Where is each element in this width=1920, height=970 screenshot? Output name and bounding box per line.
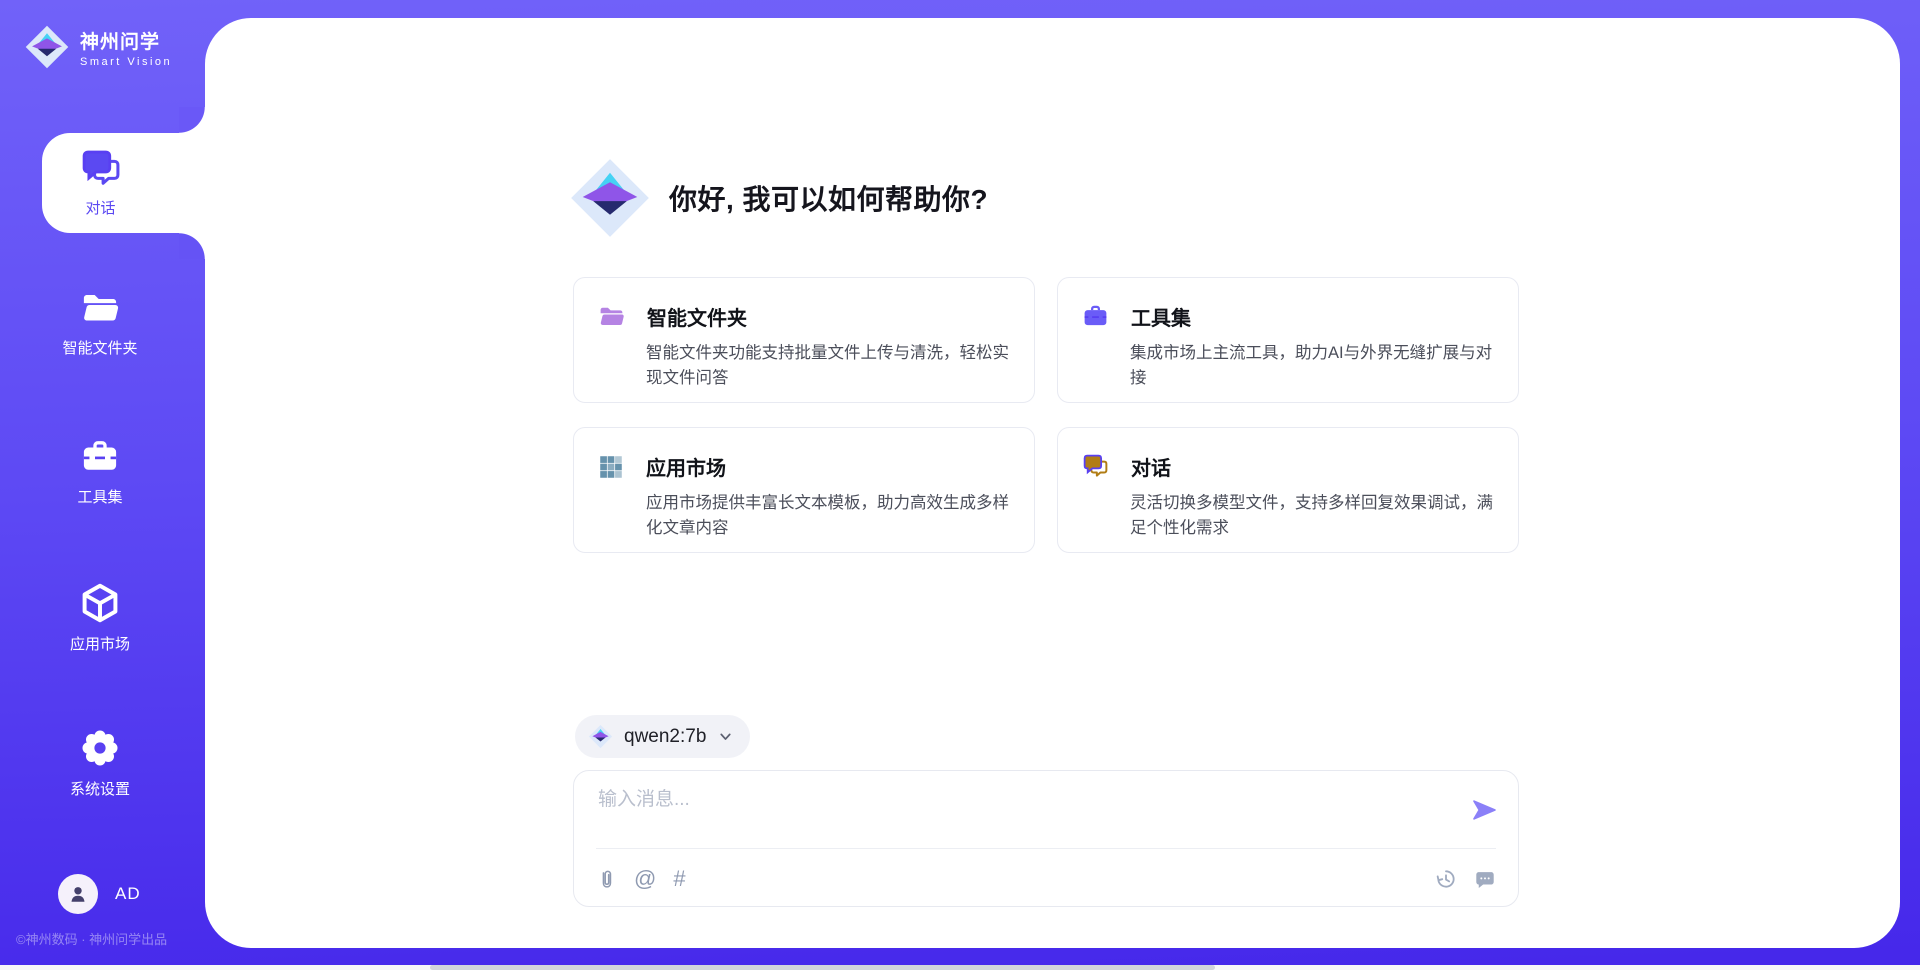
sidebar-item-chat[interactable]: 对话 [42,133,205,233]
active-tab-fillet-top [179,107,205,133]
grid-icon [598,454,624,480]
gear-icon [79,727,121,769]
sidebar-item-app-market[interactable]: 应用市场 [0,582,200,654]
sidebar-item-smart-folder[interactable]: 智能文件夹 [0,288,200,358]
card-app-market[interactable]: 应用市场 应用市场提供丰富长文本模板，助力高效生成多样化文章内容 [573,427,1035,553]
active-tab-inner: 对话 [42,133,159,233]
model-selector[interactable]: qwen2:7b [575,715,750,758]
send-button[interactable] [1470,796,1498,824]
chat-icon [1082,453,1109,480]
card-description: 应用市场提供丰富长文本模板，助力高效生成多样化文章内容 [646,491,1010,541]
card-title: 智能文件夹 [647,302,747,331]
horizontal-scrollbar-thumb[interactable] [430,965,1215,970]
model-diamond-icon [588,724,613,749]
hashtag-icon[interactable]: # [673,868,685,890]
chat-bubble-icon[interactable] [1474,868,1496,890]
card-toolset[interactable]: 工具集 集成市场上主流工具，助力AI与外界无缝扩展与对接 [1057,277,1519,403]
composer-tools-left: @ # [596,868,686,890]
message-composer: @ # [573,770,1519,907]
sidebar-item-label: 工具集 [77,486,122,507]
composer-tools-right [1435,868,1496,890]
card-chat[interactable]: 对话 灵活切换多模型文件，支持多样回复效果调试，满足个性化需求 [1057,427,1519,553]
card-description: 集成市场上主流工具，助力AI与外界无缝扩展与对接 [1130,341,1494,391]
brand-diamond-icon [568,156,652,240]
feature-cards: 智能文件夹 智能文件夹功能支持批量文件上传与清洗，轻松实现文件问答 工具集 集成… [573,277,1519,553]
sidebar: 神州问学 Smart Vision 对话 智能文件夹 工具集 应用市场 系统设置 [0,0,205,970]
mention-icon[interactable]: @ [634,868,656,890]
user-initials: AD [115,884,141,904]
user-account[interactable]: AD [58,874,141,914]
sidebar-item-toolset[interactable]: 工具集 [0,437,200,507]
card-title: 应用市场 [646,452,726,481]
composer-toolbar: @ # [596,861,1496,897]
attachment-icon[interactable] [596,868,617,890]
message-input[interactable] [598,789,1458,811]
folder-icon [80,288,120,328]
card-head: 智能文件夹 [598,302,1010,331]
copyright-footer: ©神州数码 · 神州问学出品 [16,929,167,948]
cube-icon [79,582,121,624]
sidebar-item-settings[interactable]: 系统设置 [0,727,200,799]
main-content-panel: 你好, 我可以如何帮助你? 智能文件夹 智能文件夹功能支持批量文件上传与清洗，轻… [205,18,1900,948]
card-head: 应用市场 [598,452,1010,481]
card-description: 灵活切换多模型文件，支持多样回复效果调试，满足个性化需求 [1130,491,1494,541]
history-icon[interactable] [1435,868,1457,890]
card-head: 对话 [1082,452,1494,481]
user-avatar-icon [66,882,90,906]
card-title: 工具集 [1131,302,1191,331]
send-icon [1470,796,1498,824]
brand-diamond-icon [24,24,70,70]
composer-divider [596,848,1496,849]
active-tab-fillet-bottom [179,233,205,259]
chevron-down-icon [717,728,734,745]
brand-tagline: Smart Vision [80,56,172,68]
greeting-title: 你好, 我可以如何帮助你? [669,178,988,218]
sidebar-item-label: 对话 [85,197,115,218]
sidebar-item-label: 智能文件夹 [62,337,137,358]
greeting-row: 你好, 我可以如何帮助你? [568,156,988,240]
toolbox-icon [80,437,120,477]
folder-icon [598,303,625,330]
sidebar-item-label: 系统设置 [70,778,130,799]
card-head: 工具集 [1082,302,1494,331]
brand-name: 神州问学 [80,27,172,54]
app-root: { "brand": { "name": "神州问学", "tagline": … [0,0,1920,970]
toolbox-icon [1082,303,1109,330]
card-smart-folder[interactable]: 智能文件夹 智能文件夹功能支持批量文件上传与清洗，轻松实现文件问答 [573,277,1035,403]
horizontal-scrollbar [0,965,1920,970]
brand-text: 神州问学 Smart Vision [80,27,172,68]
avatar [58,874,98,914]
model-name: qwen2:7b [624,726,706,748]
chat-icon [80,148,122,190]
card-description: 智能文件夹功能支持批量文件上传与清洗，轻松实现文件问答 [646,341,1010,391]
brand-logo: 神州问学 Smart Vision [24,24,172,70]
card-title: 对话 [1131,452,1171,481]
sidebar-item-label: 应用市场 [70,633,130,654]
